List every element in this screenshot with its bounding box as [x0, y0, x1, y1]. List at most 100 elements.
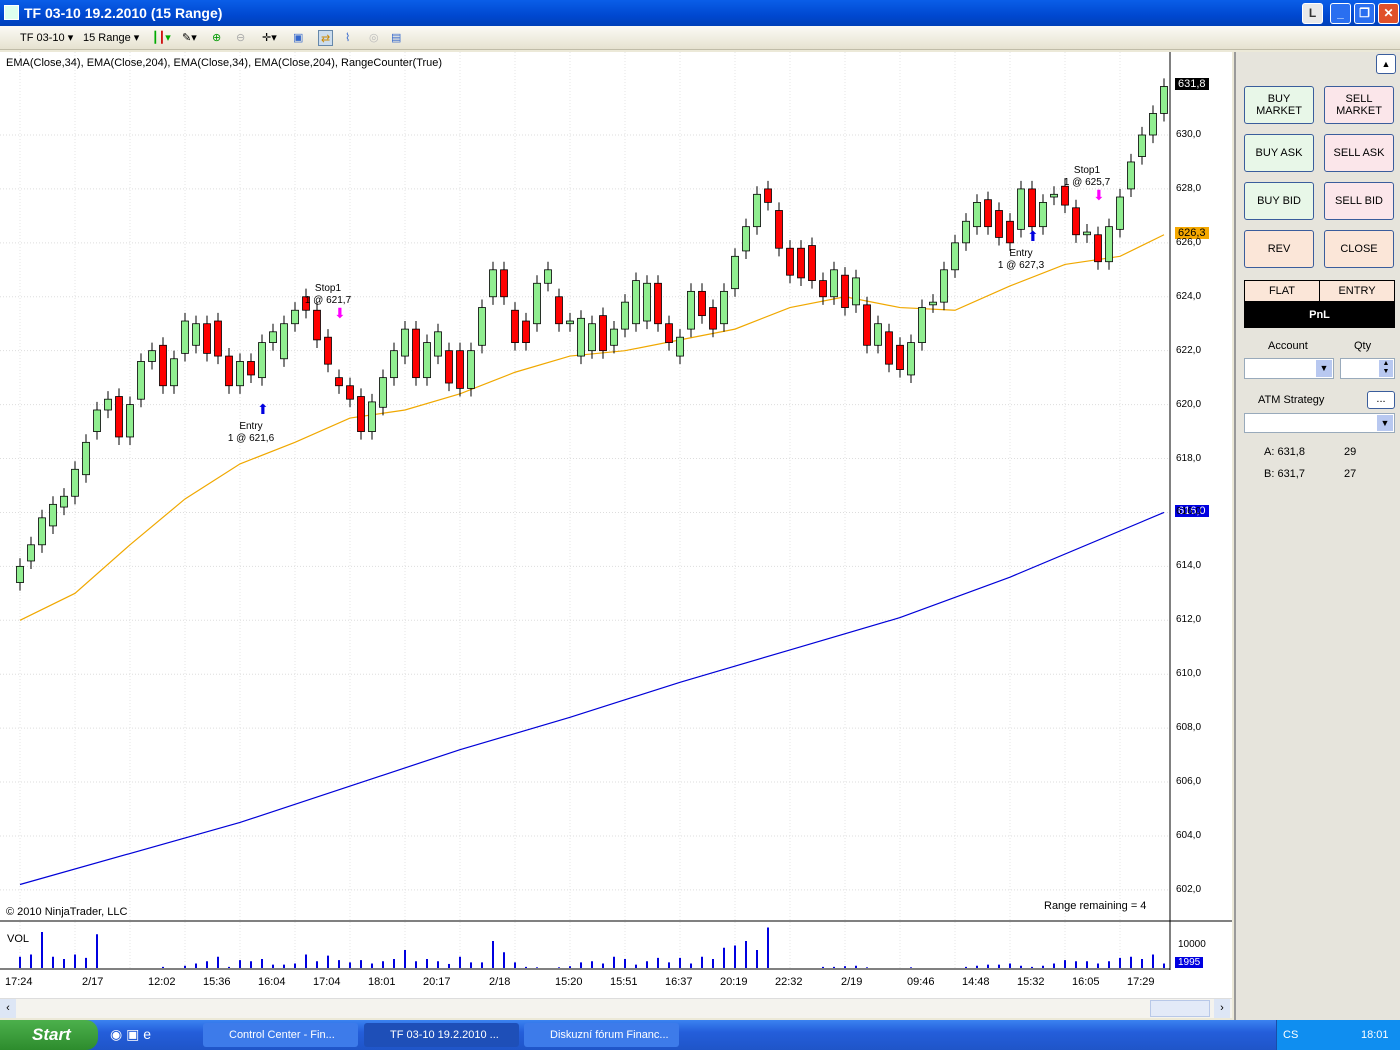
chevron-down-icon: ▼ — [1377, 415, 1393, 431]
buy-bid-button[interactable]: BUY BID — [1244, 182, 1314, 220]
volume-bar — [96, 934, 98, 968]
volume-bar — [184, 965, 186, 968]
collapse-panel-button[interactable]: ▲ — [1376, 54, 1396, 74]
y-tick-label: 612,0 — [1176, 614, 1202, 626]
candle-body — [126, 404, 134, 438]
candle-body — [368, 401, 376, 432]
close-position-button[interactable]: CLOSE — [1324, 230, 1394, 268]
sell-ask-button[interactable]: SELL ASK — [1324, 134, 1394, 172]
task-control-center[interactable]: Control Center - Fin... — [203, 1023, 358, 1047]
candle-body — [170, 358, 178, 387]
sell-arrow-icon: ⬇ — [1093, 186, 1105, 203]
volume-bar — [327, 955, 329, 968]
scroll-right-button[interactable]: › — [1214, 999, 1230, 1018]
volume-bar — [261, 959, 263, 968]
start-button[interactable]: Start — [0, 1020, 98, 1050]
task-browser[interactable]: Diskuzní fórum Financ... — [524, 1023, 679, 1047]
zoom-in-icon[interactable]: ⊕ — [212, 30, 221, 46]
x-tick-label: 15:36 — [203, 976, 231, 988]
task-chart[interactable]: TF 03-10 19.2.2010 ... — [364, 1023, 519, 1047]
candle-body — [269, 331, 277, 343]
maximize-button[interactable]: ❐ — [1354, 3, 1375, 24]
link-badge-button[interactable]: L — [1302, 3, 1323, 24]
atm-options-button[interactable]: ... — [1367, 391, 1395, 409]
x-tick-label: 17:29 — [1127, 976, 1155, 988]
period-label: 15 Range — [83, 32, 131, 44]
minimize-button[interactable]: _ — [1330, 3, 1351, 24]
volume-bar — [910, 967, 912, 968]
period-selector[interactable]: 15 Range ▾ — [83, 30, 139, 46]
volume-bar — [635, 964, 637, 968]
volume-bar — [1020, 965, 1022, 968]
candle-body — [566, 320, 574, 325]
candle-body — [1138, 134, 1146, 157]
volume-bar — [481, 962, 483, 968]
drawing-tool-icon[interactable]: ✎▾ — [182, 30, 197, 46]
volume-bar — [283, 964, 285, 968]
buy-arrow-icon: ⬆ — [257, 400, 269, 417]
volume-bar — [558, 967, 560, 968]
crosshair-icon[interactable]: ✛▾ — [262, 30, 277, 46]
candle-body — [621, 301, 629, 330]
x-tick-label: 18:01 — [368, 976, 396, 988]
volume-bar — [866, 967, 868, 968]
volume-last-marker: 1995 — [1175, 957, 1204, 968]
trade-annotation: Entry 1 @ 627,3 — [997, 248, 1045, 272]
quick-launch-icons[interactable]: ◉ ▣ e — [110, 1026, 151, 1043]
x-tick-label: 2/19 — [841, 976, 863, 988]
volume-bar — [437, 961, 439, 968]
x-tick-label: 2/18 — [489, 976, 511, 988]
candle-body — [313, 309, 321, 341]
candle-body — [973, 201, 981, 228]
volume-bar — [1075, 961, 1077, 968]
candle-body — [115, 396, 123, 438]
account-select[interactable]: ▼ — [1244, 358, 1334, 379]
zoom-out-icon[interactable]: ⊖ — [236, 30, 245, 46]
price-chart[interactable]: EMA(Close,34), EMA(Close,204), EMA(Close… — [0, 52, 1232, 998]
language-indicator[interactable]: CS — [1283, 1020, 1298, 1050]
atm-strategy-select[interactable]: ▼ — [1244, 413, 1395, 433]
volume-bar — [228, 966, 230, 968]
close-window-button[interactable]: ✕ — [1378, 3, 1399, 24]
buy-market-button[interactable]: BUY MARKET — [1244, 86, 1314, 124]
sell-arrow-icon: ⬇ — [334, 305, 346, 322]
volume-bar — [19, 956, 21, 968]
volume-bar — [1031, 966, 1033, 968]
start-label: Start — [32, 1025, 71, 1044]
indicator-label: EMA(Close,34), EMA(Close,204), EMA(Close… — [6, 57, 443, 69]
volume-bar — [1009, 963, 1011, 968]
properties-icon[interactable]: ▣ — [293, 30, 303, 46]
chart-scrollbar[interactable]: ‹ › — [0, 998, 1232, 1018]
candle-body — [203, 323, 211, 354]
candle-body — [456, 350, 464, 389]
data-box-icon[interactable]: ▤ — [391, 30, 401, 46]
volume-bar — [162, 966, 164, 968]
y-tick-label: 614,0 — [1176, 560, 1202, 572]
candle-body — [885, 331, 893, 365]
candle-body — [1050, 193, 1058, 198]
strategies-icon[interactable]: ◎ — [369, 30, 379, 46]
volume-bar — [217, 956, 219, 968]
volume-bar — [844, 966, 846, 968]
scroll-thumb[interactable] — [1150, 1000, 1210, 1017]
y-tick-label: 618,0 — [1176, 452, 1202, 464]
sell-bid-button[interactable]: SELL BID — [1324, 182, 1394, 220]
candle-body — [137, 361, 145, 400]
candle-body — [775, 210, 783, 249]
volume-bar — [349, 962, 351, 968]
volume-bar — [1119, 957, 1121, 968]
bar-type-icon[interactable]: ┃┃▾ — [152, 30, 171, 46]
buy-ask-button[interactable]: BUY ASK — [1244, 134, 1314, 172]
x-tick-label: 22:32 — [775, 976, 803, 988]
chart-trader-icon[interactable]: ⇄ — [318, 30, 334, 46]
reverse-button[interactable]: REV — [1244, 230, 1314, 268]
candle-body — [225, 355, 233, 387]
qty-stepper[interactable]: ▲ ▼ — [1340, 358, 1395, 379]
candle-body — [610, 328, 618, 346]
candle-body — [808, 245, 816, 281]
scroll-left-button[interactable]: ‹ — [0, 999, 16, 1018]
instrument-selector[interactable]: TF 03-10 ▾ — [20, 30, 73, 46]
indicators-icon[interactable]: ⌇ — [345, 30, 350, 46]
candle-body — [852, 277, 860, 306]
sell-market-button[interactable]: SELL MARKET — [1324, 86, 1394, 124]
